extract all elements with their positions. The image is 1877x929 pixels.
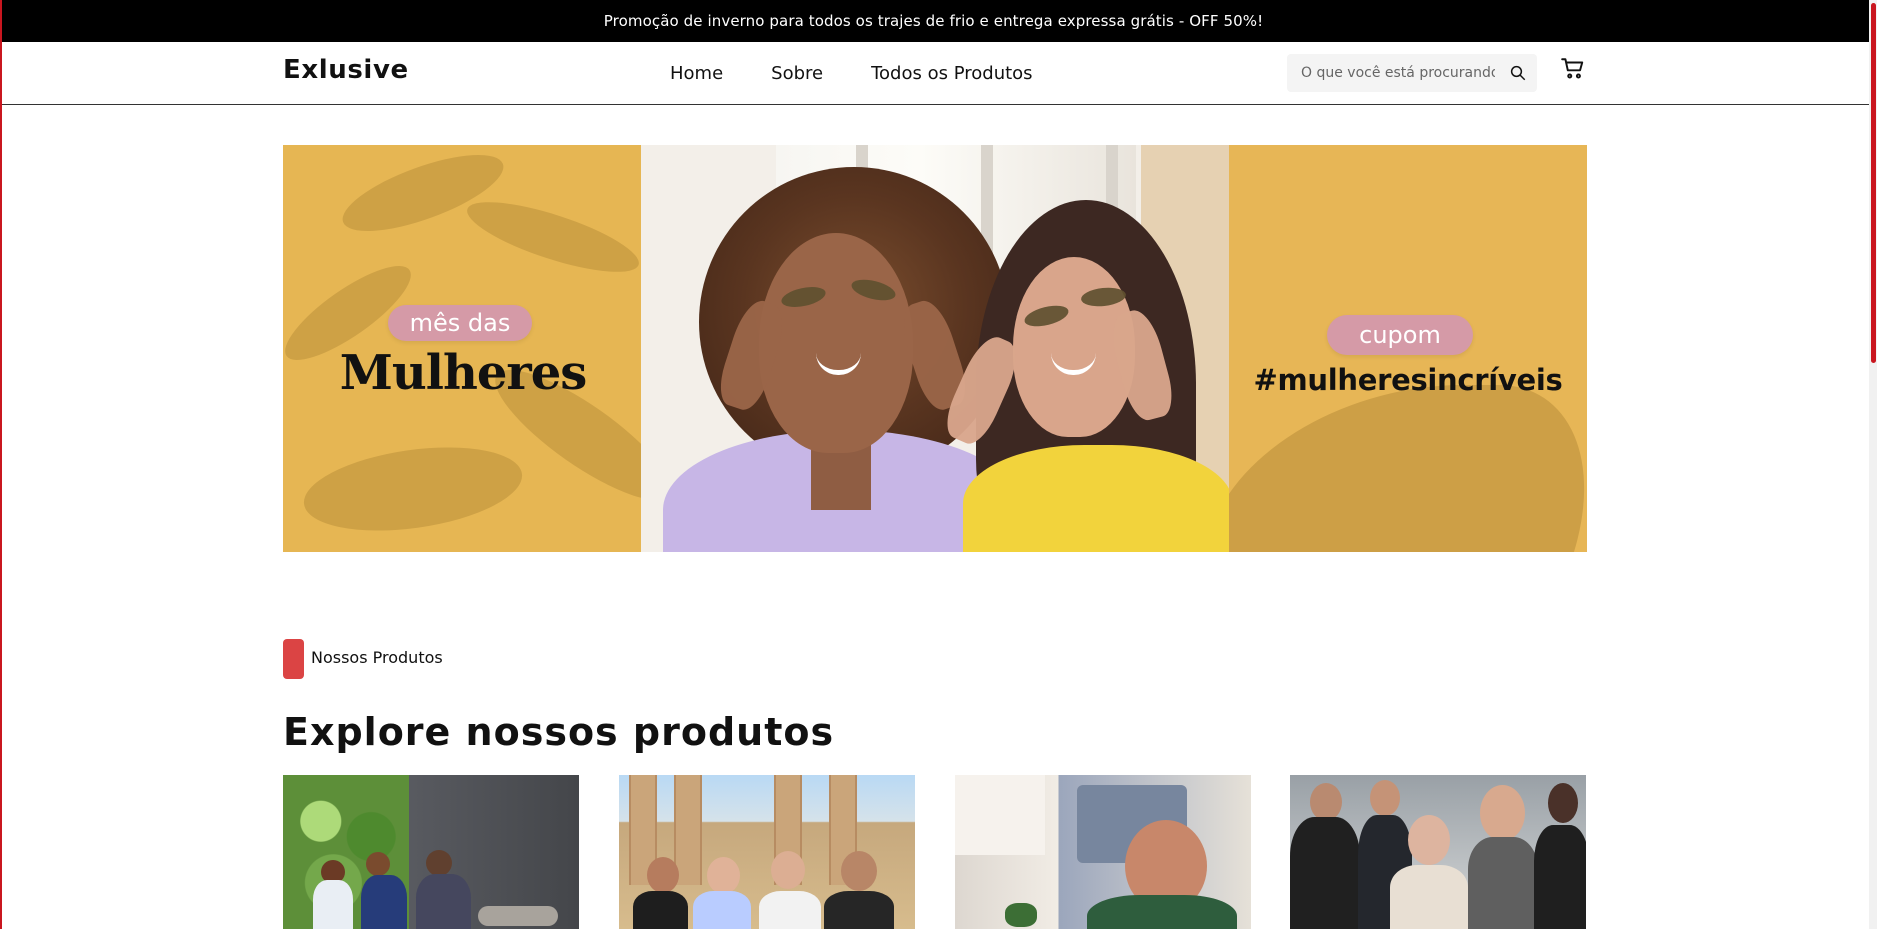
person-body — [759, 891, 821, 929]
person-head — [1310, 783, 1342, 821]
person-body — [1534, 825, 1586, 929]
leaf-shadow — [298, 435, 528, 543]
person-body — [313, 880, 353, 929]
person-head — [841, 851, 877, 891]
product-card[interactable] — [283, 775, 579, 929]
person-body — [633, 891, 688, 929]
browser-left-accent-line — [0, 0, 2, 929]
person-head — [1370, 780, 1400, 816]
person-head — [1480, 785, 1525, 841]
leaf-shadow — [1229, 385, 1587, 552]
search-input[interactable] — [1299, 63, 1497, 83]
product-card[interactable] — [619, 775, 915, 929]
nav-all-products-link[interactable]: Todos os Produtos — [871, 60, 1032, 88]
nav-about-link[interactable]: Sobre — [771, 60, 823, 88]
person-body — [416, 874, 471, 929]
person-head — [1548, 783, 1578, 823]
hero-left-panel: mês das Mulheres — [283, 145, 641, 552]
person-head — [1408, 815, 1450, 865]
yellow-shirt — [963, 445, 1229, 552]
hero-banner[interactable]: mês das Mulheres cupom #mulheresincrívei… — [283, 145, 1587, 552]
hero-left-pill: mês das — [388, 305, 532, 341]
person-body — [1390, 865, 1468, 929]
section-label: Nossos Produtos — [311, 648, 443, 667]
hero-photo-two-women — [641, 145, 1229, 552]
people-group — [313, 850, 563, 929]
hero-women-title: Mulheres — [339, 345, 588, 401]
person-head — [771, 851, 805, 889]
woman-face — [759, 233, 913, 453]
hero-right-panel: cupom #mulheresincríveis — [1229, 145, 1587, 552]
plant-object — [1005, 903, 1037, 927]
person-head — [366, 852, 390, 876]
search-icon[interactable] — [1509, 64, 1527, 82]
person-head — [647, 857, 679, 893]
person-body — [361, 875, 407, 929]
person-body — [1087, 895, 1237, 929]
hero-coupon-pill: cupom — [1327, 315, 1473, 355]
person-head — [426, 850, 452, 876]
person-legs — [478, 906, 558, 926]
person-head — [707, 857, 740, 894]
site-header: Exlusive Home Sobre Todos os Produtos — [0, 42, 1869, 105]
leaf-shadow — [334, 145, 512, 247]
product-store-page: Promoção de inverno para todos os trajes… — [0, 0, 1877, 929]
vertical-scrollbar-thumb[interactable] — [1871, 3, 1876, 363]
hero-coupon-code: #mulheresincríveis — [1253, 363, 1563, 397]
main-navigation: Home Sobre Todos os Produtos — [670, 60, 1033, 88]
cart-icon[interactable] — [1560, 56, 1586, 82]
promotion-text: Promoção de inverno para todos os trajes… — [603, 12, 1264, 30]
section-title: Explore nossos produtos — [283, 710, 835, 755]
person-body — [693, 891, 751, 929]
leaf-shadow — [460, 188, 641, 286]
section-accent-tag — [283, 639, 304, 679]
person-body — [1468, 837, 1538, 929]
equipment-panel — [955, 775, 1045, 855]
product-card[interactable] — [1290, 775, 1586, 929]
product-card[interactable] — [955, 775, 1251, 929]
person-body — [1290, 817, 1360, 929]
store-logo[interactable]: Exlusive — [283, 55, 409, 85]
promotion-bar: Promoção de inverno para todos os trajes… — [0, 0, 1877, 42]
person-body — [824, 891, 894, 929]
search-box[interactable] — [1287, 54, 1537, 92]
nav-home-link[interactable]: Home — [670, 60, 723, 88]
